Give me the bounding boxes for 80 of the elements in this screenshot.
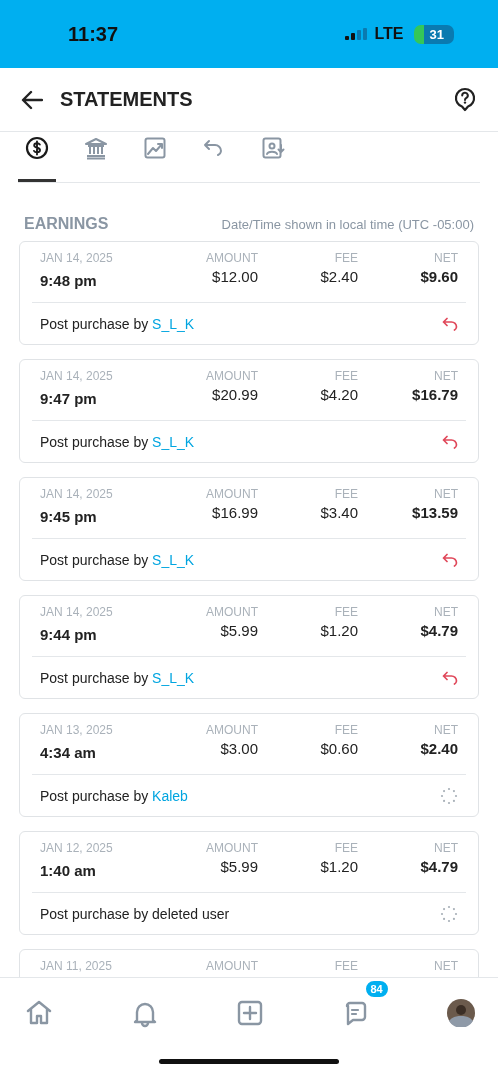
column-label: AMOUNT (206, 487, 258, 502)
column-label: NET (434, 723, 458, 738)
column-label: FEE (334, 369, 358, 384)
time-value: 1:40 am (40, 862, 96, 879)
person-document-icon (261, 136, 285, 160)
help-icon[interactable] (454, 87, 476, 112)
column-label: FEE (334, 487, 358, 502)
net-value: $4.79 (420, 858, 458, 875)
column-label: NET (434, 605, 458, 620)
amount-value: $1.20 (320, 622, 358, 639)
message-icon[interactable] (344, 1000, 367, 1026)
column-label: AMOUNT (206, 723, 258, 738)
back-arrow-icon[interactable] (21, 89, 43, 110)
battery-indicator: 31 (413, 24, 454, 44)
amount-value: $2.40 (320, 268, 358, 285)
date-label: JAN 14, 2025 (40, 369, 113, 384)
add-post-icon[interactable] (235, 998, 265, 1028)
buyer-link[interactable]: S_L_K (152, 315, 195, 332)
amount-value: $12.00 (212, 268, 258, 285)
page-title: STATEMENTS (60, 88, 194, 111)
net-value: $2.40 (420, 740, 458, 757)
amount-value: $0.60 (320, 740, 358, 757)
buyer-link[interactable]: S_L_K (152, 669, 195, 686)
amount-value: $4.20 (320, 386, 358, 403)
column-label: FEE (334, 841, 358, 856)
time-value: 9:48 pm (40, 272, 97, 289)
date-label: JAN 12, 2025 (40, 841, 113, 856)
clock-time: 11:37 (68, 22, 119, 46)
buyer-link[interactable]: S_L_K (152, 433, 195, 450)
column-label: AMOUNT (206, 369, 258, 384)
avatar[interactable] (447, 999, 475, 1027)
section-title: EARNINGS (24, 215, 109, 233)
purchase-description: Post purchase by S_L_K (40, 433, 195, 450)
purchase-description: Post purchase by Kaleb (40, 787, 188, 804)
column-label: AMOUNT (206, 841, 258, 856)
bank-icon (84, 136, 108, 160)
date-label: JAN 11, 2025 (40, 959, 112, 974)
amount-value: $3.00 (220, 740, 258, 757)
column-label: FEE (334, 605, 358, 620)
column-label: FEE (334, 723, 358, 738)
column-label: AMOUNT (206, 605, 258, 620)
amount-value: $20.99 (212, 386, 258, 403)
time-value: 9:45 pm (40, 508, 97, 525)
time-value: 4:34 am (40, 744, 96, 761)
signal-icon (344, 28, 367, 40)
date-label: JAN 13, 2025 (40, 723, 113, 738)
column-label: NET (434, 369, 458, 384)
purchase-description: Post purchase by S_L_K (40, 551, 195, 568)
date-label: JAN 14, 2025 (40, 251, 113, 266)
net-value: $4.79 (420, 622, 458, 639)
net-value: $9.60 (420, 268, 458, 285)
amount-value: $5.99 (220, 622, 258, 639)
timezone-note: Date/Time shown in local time (UTC -05:00) (221, 217, 474, 232)
column-label: NET (434, 487, 458, 502)
column-label: FEE (334, 251, 358, 266)
amount-value: $3.40 (320, 504, 358, 521)
date-label: JAN 14, 2025 (40, 605, 113, 620)
purchase-description: Post purchase by S_L_K (40, 669, 195, 686)
net-value: $13.59 (412, 504, 458, 521)
column-label: AMOUNT (206, 959, 258, 974)
net-value: $16.79 (412, 386, 458, 403)
network-label: LTE (374, 25, 404, 43)
column-label: AMOUNT (206, 251, 258, 266)
column-label: NET (434, 959, 458, 974)
chart-icon (143, 136, 167, 160)
column-label: FEE (334, 959, 358, 974)
message-count-badge: 84 (363, 978, 390, 999)
amount-value: $16.99 (212, 504, 258, 521)
time-value: 9:44 pm (40, 626, 97, 643)
amount-value: $1.20 (320, 858, 358, 875)
dollar-coin-icon (25, 136, 49, 160)
column-label: NET (434, 251, 458, 266)
time-value: 9:47 pm (40, 390, 97, 407)
purchase-description: Post purchase by deleted user (40, 905, 230, 922)
amount-value: $5.99 (220, 858, 258, 875)
purchase-description: Post purchase by S_L_K (40, 315, 195, 332)
buyer-link[interactable]: Kaleb (152, 787, 188, 804)
date-label: JAN 14, 2025 (40, 487, 113, 502)
buyer-link[interactable]: S_L_K (152, 551, 195, 568)
column-label: NET (434, 841, 458, 856)
